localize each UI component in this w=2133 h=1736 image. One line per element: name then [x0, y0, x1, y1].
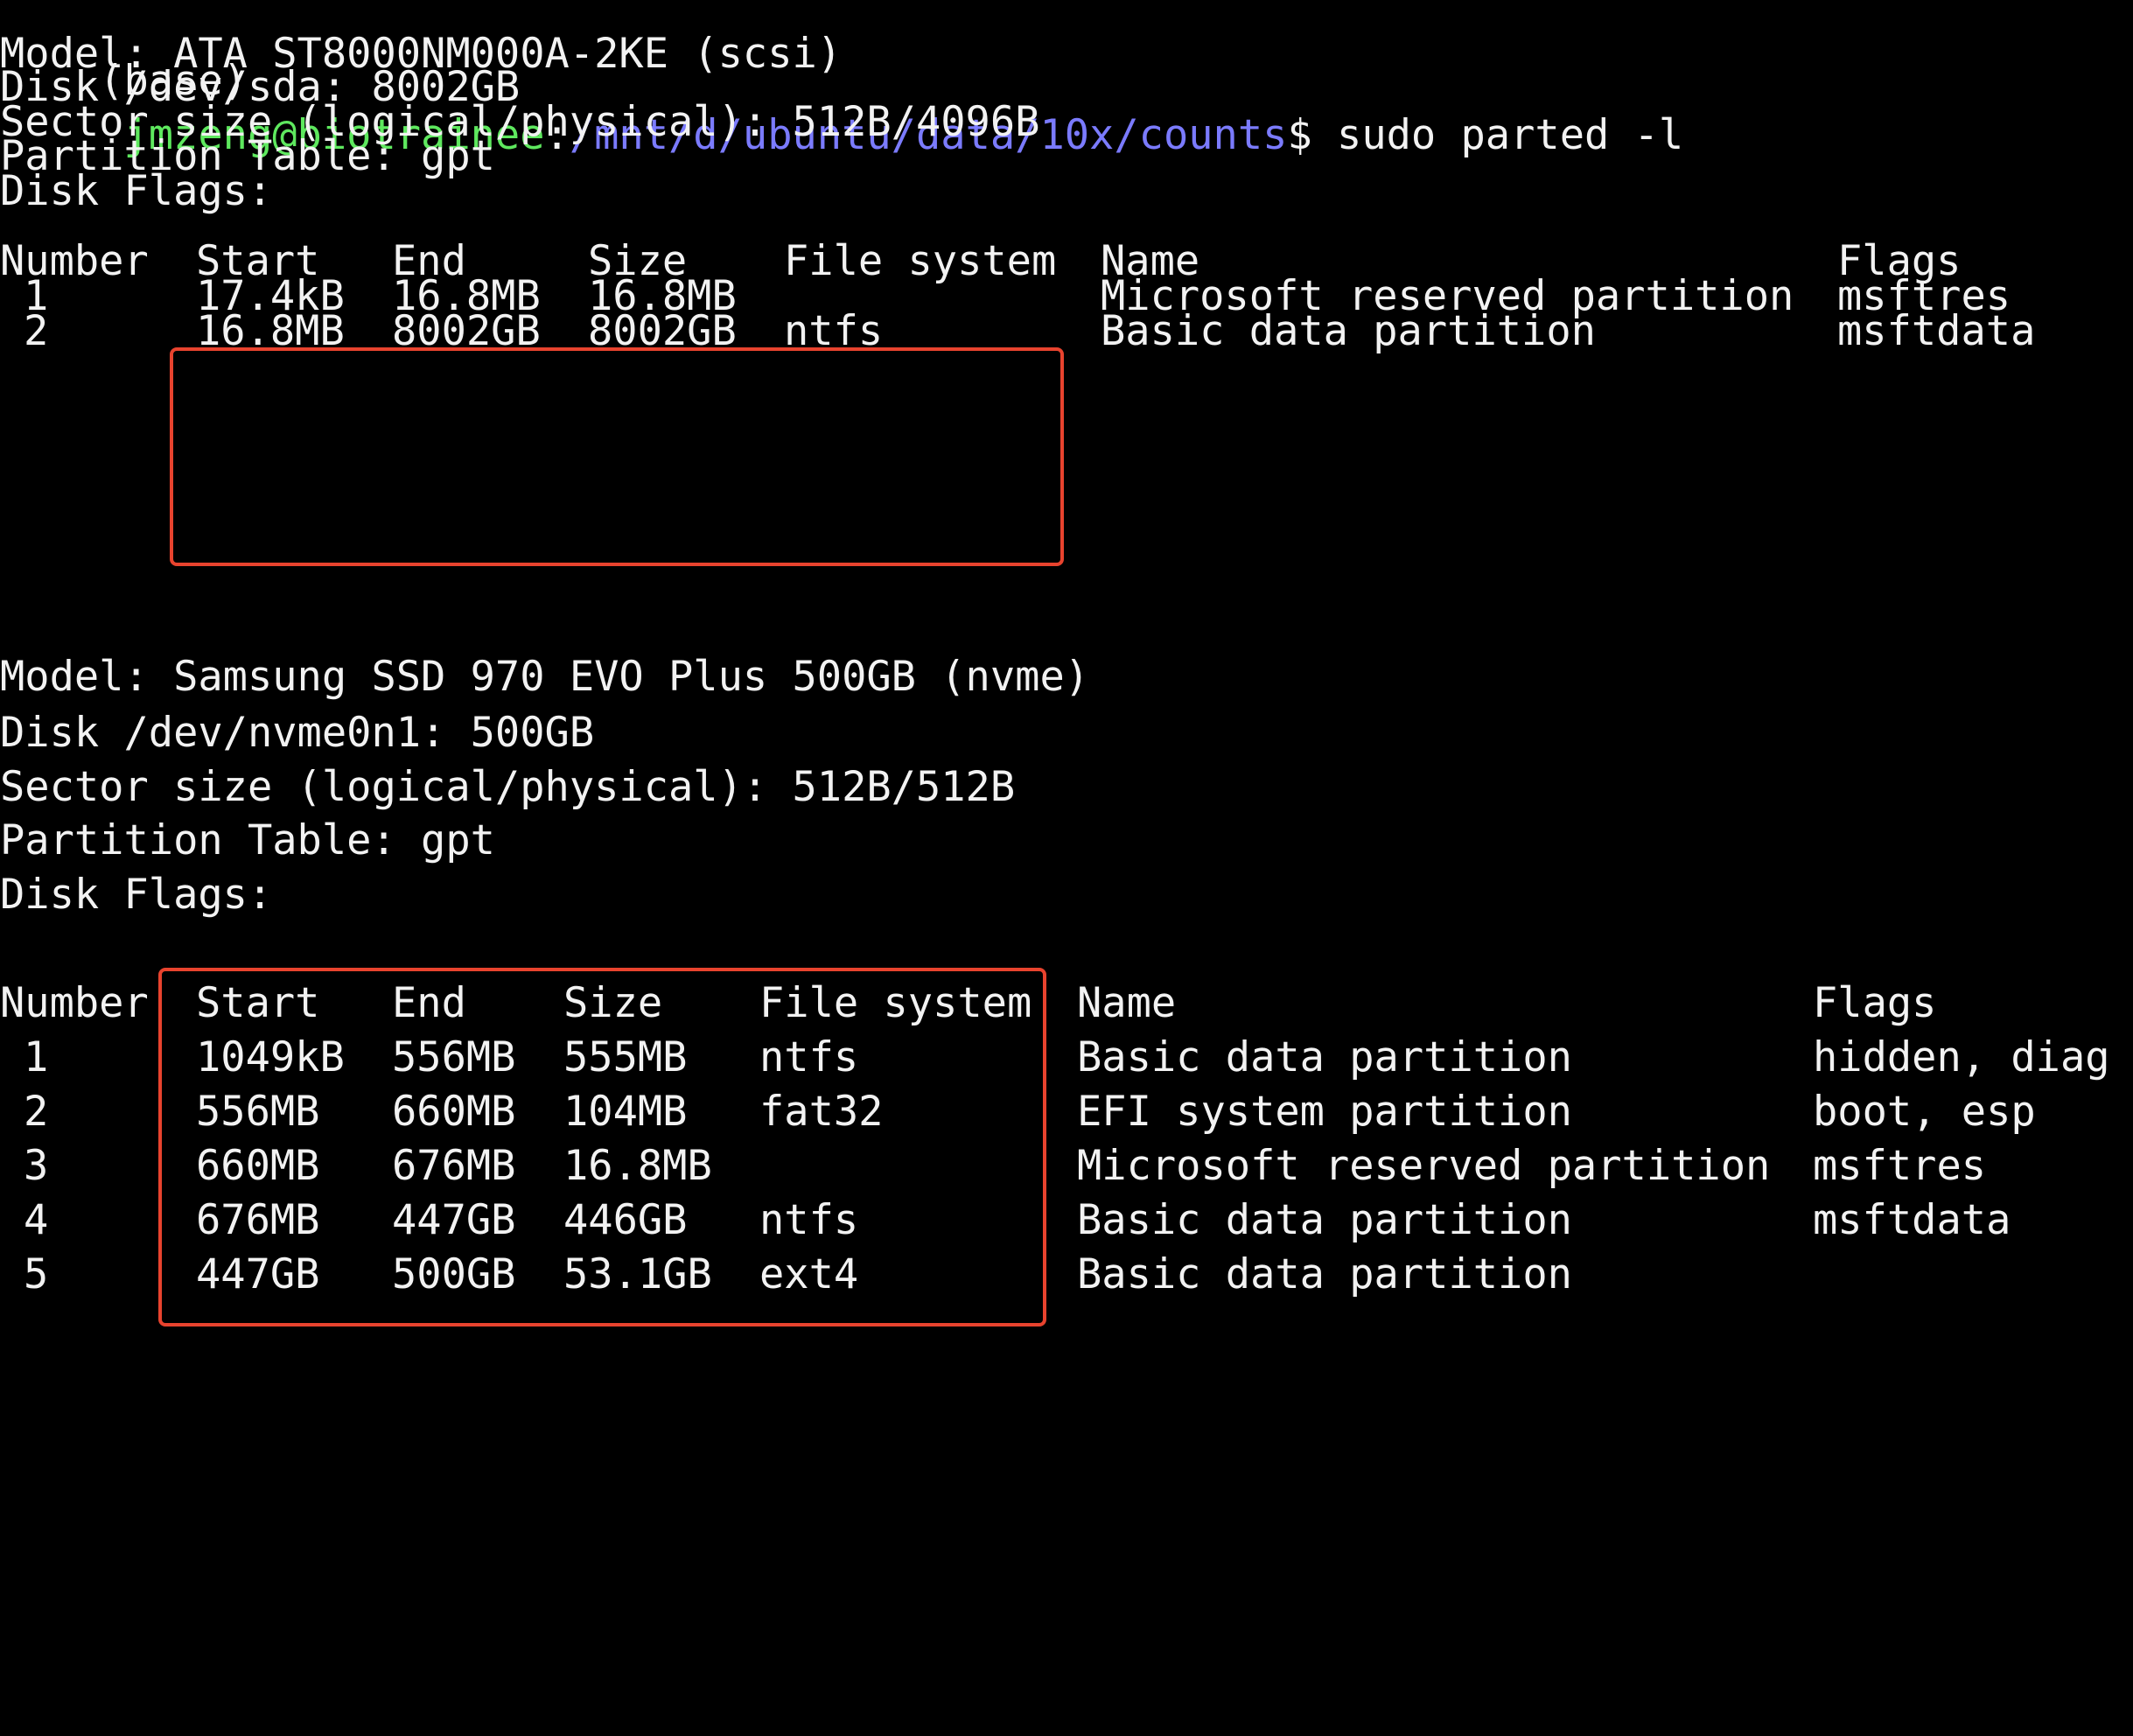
disk2-partition-table: Partition Table: gpt: [0, 816, 495, 864]
partition-number: 1: [24, 1033, 49, 1082]
disk1-highlight-box: [170, 347, 1064, 566]
partition-number: 2: [24, 1088, 49, 1136]
partition-flags: hidden, diag: [1813, 1033, 2110, 1082]
partition-flags: msftdata: [1837, 307, 2036, 355]
command-text: sudo parted -l: [1311, 111, 1684, 159]
partition-name: Basic data partition: [1077, 1033, 1572, 1082]
partition-name: Basic data partition: [1077, 1250, 1572, 1298]
partition-number: 3: [24, 1142, 49, 1190]
partition-name: Basic data partition: [1101, 307, 1596, 355]
col-name-header: Name: [1077, 979, 1177, 1027]
disk2-highlight-box: [158, 968, 1046, 1326]
prompt-symbol: $: [1287, 111, 1312, 159]
partition-name: EFI system partition: [1077, 1088, 1572, 1136]
terminal-window[interactable]: (base) jmzeng@biotrainee:/mnt/d/ubuntu/d…: [0, 0, 2133, 1326]
disk2-model: Model: Samsung SSD 970 EVO Plus 500GB (n…: [0, 653, 1090, 701]
partition-number: 2: [24, 307, 49, 355]
partition-number: 5: [24, 1250, 49, 1298]
disk2-device: Disk /dev/nvme0n1: 500GB: [0, 709, 595, 757]
partition-name: Basic data partition: [1077, 1196, 1572, 1244]
disk2-disk-flags: Disk Flags:: [0, 871, 273, 919]
partition-number: 4: [24, 1196, 49, 1244]
partition-flags: boot, esp: [1813, 1088, 2036, 1136]
disk1-disk-flags: Disk Flags:: [0, 167, 273, 215]
disk2-sector-size: Sector size (logical/physical): 512B/512…: [0, 763, 1016, 811]
partition-name: Microsoft reserved partition: [1077, 1142, 1771, 1190]
partition-flags: msftdata: [1813, 1196, 2011, 1244]
partition-flags: msftres: [1813, 1142, 1987, 1190]
col-flags-header: Flags: [1813, 979, 1937, 1027]
col-number-header: Number: [0, 979, 149, 1027]
